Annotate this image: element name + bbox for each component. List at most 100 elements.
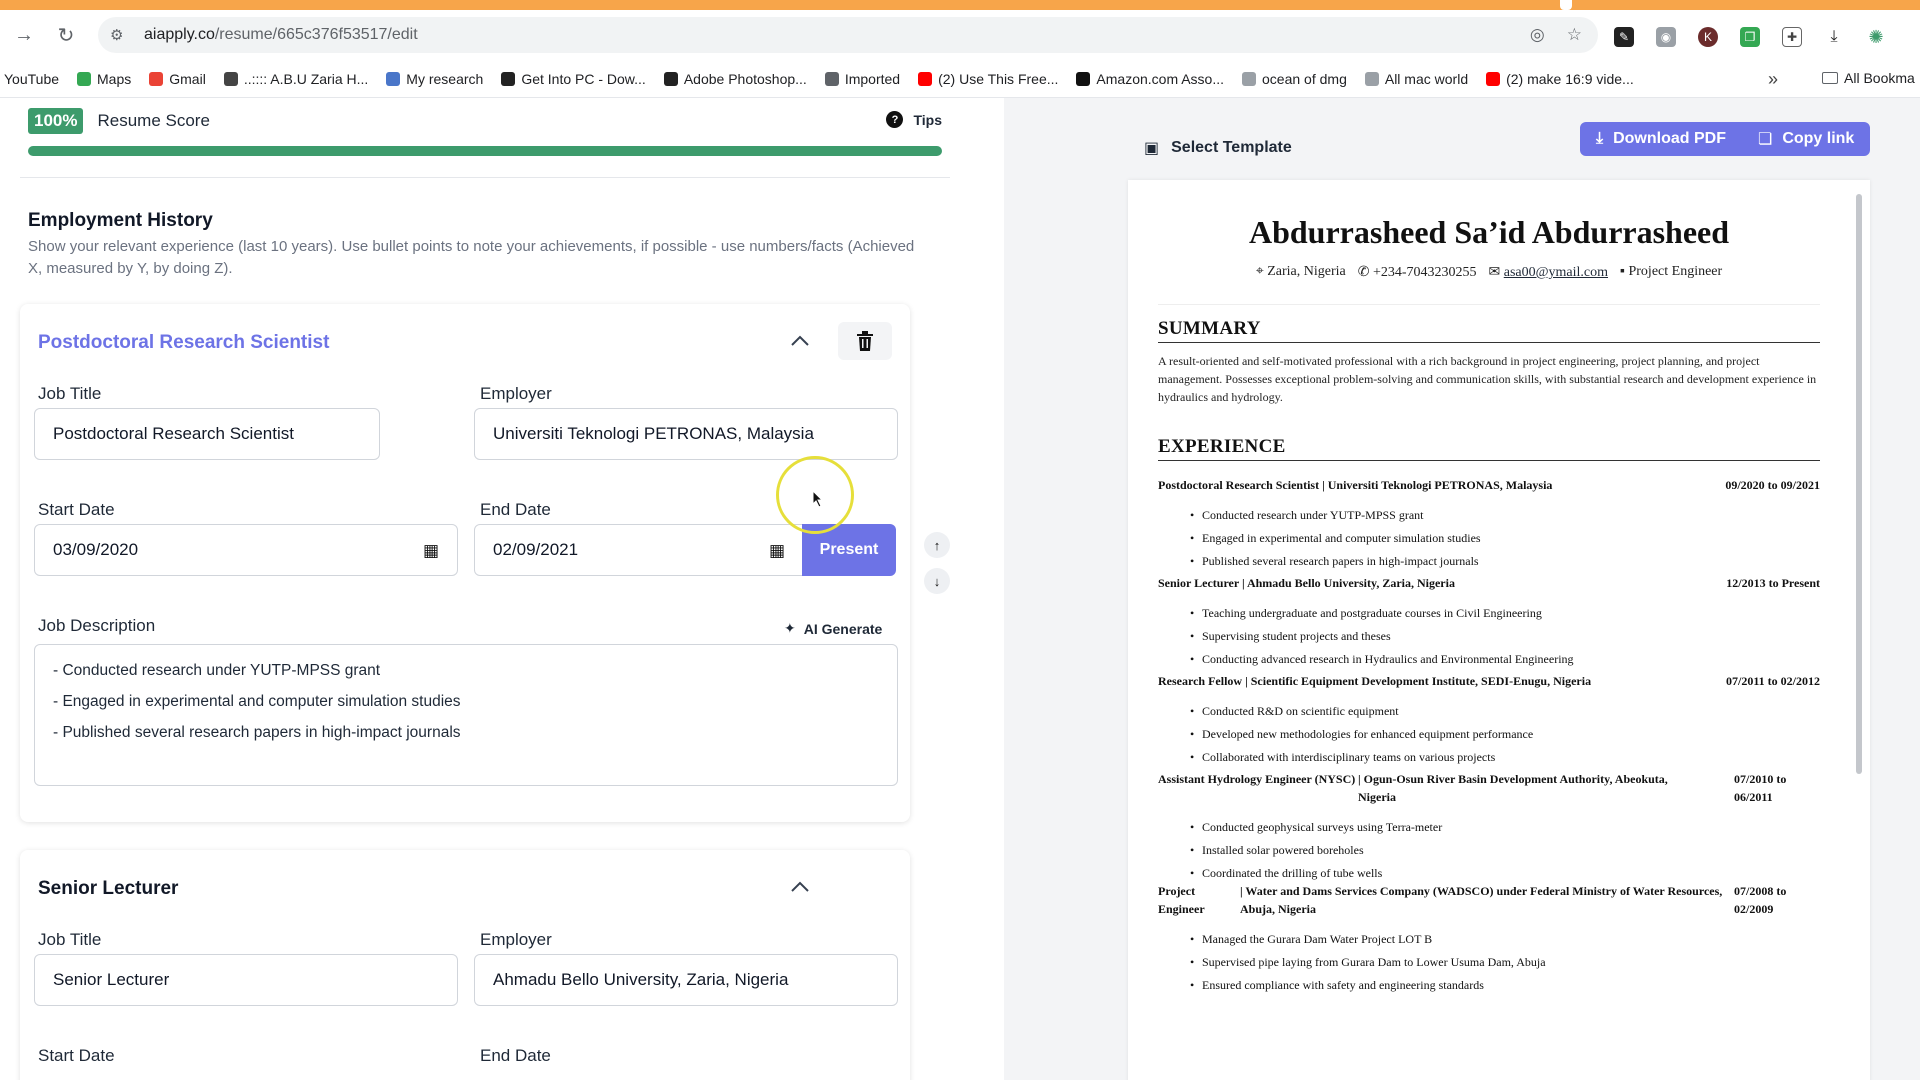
end-date-label: End Date: [480, 500, 551, 519]
calendar-icon[interactable]: ▦: [423, 541, 439, 561]
forward-icon[interactable]: →: [6, 17, 42, 53]
score-progress-bar: [28, 146, 942, 156]
export-button-group: ⤓ Download PDF ❏ Copy link: [1580, 122, 1871, 156]
resume-editor-panel: 100% Resume Score ? Tips Employment Histo…: [0, 98, 1004, 1080]
bookmark-favicon-icon: [223, 71, 238, 86]
resume-bullet: Teaching undergraduate and postgraduate …: [1190, 602, 1820, 625]
briefcase-icon: ▪: [1620, 264, 1625, 279]
resume-job-title: Project Engineer | Water and Dams Service…: [1158, 884, 1723, 916]
address-bar[interactable]: ⚙ aiapply.co/resume/665c376f53517/edit ◎…: [98, 17, 1598, 53]
move-down-button[interactable]: ↓: [924, 568, 950, 594]
reload-icon[interactable]: ↻: [48, 17, 84, 53]
downloads-icon[interactable]: ⤓: [1824, 27, 1844, 47]
bookmark-item[interactable]: Maps: [77, 71, 131, 87]
resume-bullet: Conducted R&D on scientific equipment: [1190, 700, 1820, 723]
description-line: - Engaged in experimental and computer s…: [53, 693, 461, 710]
employment-card-title[interactable]: Senior Lecturer: [38, 878, 178, 900]
download-pdf-button[interactable]: ⤓ Download PDF: [1580, 122, 1742, 156]
employer-input[interactable]: Ahmadu Bello University, Zaria, Nigeria: [474, 954, 898, 1006]
browser-toolbar: → ↻ ⚙ aiapply.co/resume/665c376f53517/ed…: [0, 10, 1920, 60]
tips-button[interactable]: ? Tips: [886, 111, 942, 128]
all-bookmarks-folder[interactable]: All Bookma: [1822, 70, 1915, 86]
bookmark-favicon-icon: [77, 71, 92, 86]
bookmark-item[interactable]: YouTube: [4, 71, 59, 87]
bookmark-item[interactable]: Imported: [824, 71, 900, 87]
extension-copy-icon[interactable]: ❐: [1740, 27, 1760, 47]
bookmark-item[interactable]: Adobe Photoshop...: [663, 71, 807, 87]
select-template-button[interactable]: ▣ Select Template: [1144, 138, 1292, 158]
extension-camera-icon[interactable]: ◉: [1656, 27, 1676, 47]
end-date-label: End Date: [480, 1046, 551, 1065]
calendar-icon[interactable]: ▦: [769, 541, 785, 561]
job-title-input[interactable]: Postdoctoral Research Scientist: [34, 408, 380, 460]
employer-label: Employer: [480, 384, 552, 403]
phone-icon: ✆: [1357, 265, 1370, 280]
eye-slash-icon[interactable]: ◎: [1530, 25, 1545, 45]
summary-text: A result-oriented and self-motivated pro…: [1158, 354, 1817, 404]
resume-job-title: Research Fellow | Scientific Equipment D…: [1158, 674, 1592, 688]
bookmark-item[interactable]: Gmail: [149, 71, 206, 87]
employment-card-postdoc: Postdoctoral Research Scientist Job Titl…: [20, 304, 910, 822]
chevron-up-icon[interactable]: [790, 332, 814, 352]
bookmarks-overflow-icon[interactable]: »: [1768, 69, 1778, 90]
resume-bullet: Engaged in experimental and computer sim…: [1190, 527, 1820, 550]
trash-icon: [857, 331, 873, 351]
mail-icon: ✉: [1488, 265, 1501, 280]
start-date-input[interactable]: 03/09/2020 ▦: [34, 524, 458, 576]
extension-flower-icon[interactable]: ✺: [1866, 27, 1886, 47]
move-up-button[interactable]: ↑: [924, 532, 950, 558]
bookmark-favicon-icon: [824, 71, 839, 86]
employer-label: Employer: [480, 930, 552, 949]
bookmark-item[interactable]: All mac world: [1364, 71, 1468, 87]
chevron-up-icon[interactable]: [790, 878, 814, 898]
summary-heading: SUMMARY: [1158, 318, 1261, 339]
extension-edit-icon[interactable]: ✎: [1614, 27, 1634, 47]
bookmark-item[interactable]: Amazon.com Asso...: [1076, 71, 1224, 87]
resume-bullet: Supervising student projects and theses: [1190, 625, 1820, 648]
experience-heading: EXPERIENCE: [1158, 436, 1286, 457]
bookmark-item[interactable]: Get Into PC - Dow...: [501, 71, 646, 87]
resume-bullet: Conducted geophysical surveys using Terr…: [1190, 816, 1820, 839]
resume-score-row: 100% Resume Score ? Tips: [28, 108, 942, 134]
sparkle-icon: ✦: [784, 620, 796, 636]
bookmark-item[interactable]: ocean of dmg: [1242, 71, 1347, 87]
job-title-label: Job Title: [38, 930, 102, 949]
resume-bullet: Supervised pipe laying from Gurara Dam t…: [1190, 951, 1820, 974]
copy-link-button[interactable]: ❏ Copy link: [1742, 122, 1870, 156]
bookmark-item[interactable]: My research: [386, 71, 483, 87]
extensions-puzzle-icon[interactable]: ✚: [1782, 27, 1802, 47]
resume-job-dates: 07/2011 to 02/2012: [1725, 674, 1820, 688]
bookmark-item[interactable]: (2) make 16:9 vide...: [1486, 71, 1634, 87]
bookmark-item[interactable]: (2) Use This Free...: [918, 71, 1058, 87]
resume-job-entry: Assistant Hydrology Engineer (NYSC) | Ogu…: [1158, 770, 1820, 885]
clipboard-icon: ❏: [1757, 131, 1773, 148]
delete-entry-button[interactable]: [838, 322, 892, 360]
resume-job-dates: 07/2008 to 02/2009: [1734, 884, 1787, 916]
employer-input[interactable]: Universiti Teknologi PETRONAS, Malaysia: [474, 408, 898, 460]
job-title-input[interactable]: Senior Lecturer: [34, 954, 458, 1006]
resume-job-dates: 09/2020 to 09/2021: [1725, 478, 1820, 492]
ai-generate-button[interactable]: ✦ AI Generate: [784, 620, 882, 637]
bookmarks-bar: YouTube Maps Gmail ..:::: A.B.U Zaria H... M…: [0, 60, 1920, 98]
end-date-input[interactable]: 02/09/2021 ▦: [474, 524, 804, 576]
bookmark-favicon-icon: [1486, 71, 1501, 86]
job-description-label: Job Description: [38, 616, 156, 635]
url-text: aiapply.co/resume/665c376f53517/edit: [144, 26, 418, 43]
bookmark-favicon-icon: [149, 71, 164, 86]
resume-preview-panel: ▣ Select Template ⤓ Download PDF ❏ Copy lin…: [1004, 98, 1920, 1080]
job-description-textarea[interactable]: - Conducted research under YUTP-MPSS gra…: [34, 644, 898, 786]
resume-bullet: Ensured compliance with safety and engin…: [1190, 974, 1820, 997]
bookmark-favicon-icon: [1364, 71, 1379, 86]
extension-k-icon[interactable]: K: [1698, 27, 1718, 47]
preview-scrollbar[interactable]: [1856, 194, 1862, 774]
score-label: Resume Score: [97, 111, 210, 130]
template-icon: ▣: [1144, 140, 1160, 157]
employment-card-title[interactable]: Postdoctoral Research Scientist: [38, 332, 329, 354]
resume-bullet: Installed solar powered boreholes: [1190, 839, 1820, 862]
bookmark-star-icon[interactable]: ☆: [1567, 25, 1582, 45]
resume-document: Abdurrasheed Sa’id Abdurrasheed ⌖ Zaria,…: [1128, 180, 1870, 1080]
resume-email-link[interactable]: asa00@ymail.com: [1504, 265, 1608, 280]
bookmark-item[interactable]: ..:::: A.B.U Zaria H...: [223, 71, 368, 87]
resume-bullet: Conducting advanced research in Hydrauli…: [1190, 648, 1820, 671]
site-settings-icon[interactable]: ⚙: [110, 26, 130, 44]
